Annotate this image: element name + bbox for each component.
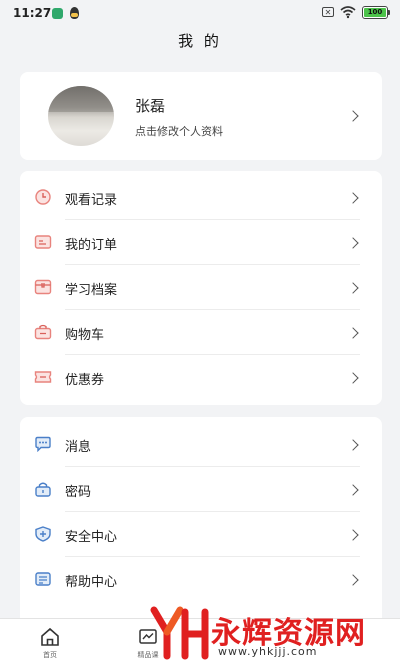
menu-item-help-center[interactable]: 帮助中心 — [20, 557, 382, 602]
status-time: 11:27 — [13, 6, 52, 20]
chevron-right-icon — [347, 574, 359, 586]
menu-group-learning: 观看记录 我的订单 学习档案 购物车 优惠券 — [20, 171, 382, 405]
chevron-right-icon — [347, 192, 359, 204]
tab-label: 首页 — [43, 651, 57, 659]
menu-item-my-orders[interactable]: 我的订单 — [20, 220, 382, 265]
archive-icon — [34, 279, 52, 295]
status-bar: 11:27 ✕ 100 — [0, 0, 400, 26]
battery-level: 100 — [364, 8, 386, 17]
menu-item-watch-history[interactable]: 观看记录 — [20, 175, 382, 220]
sim-off-icon: ✕ — [322, 7, 334, 17]
chevron-right-icon — [347, 327, 359, 339]
clock-icon — [35, 189, 51, 205]
order-icon — [34, 235, 52, 249]
menu-item-coupons[interactable]: 优惠券 — [20, 355, 382, 400]
menu-item-label: 观看记录 — [65, 193, 118, 208]
help-icon — [35, 572, 51, 586]
wifi-icon — [340, 6, 356, 19]
menu-item-password[interactable]: 密码 — [20, 467, 382, 512]
qq-notification-icon — [70, 7, 79, 19]
message-icon — [35, 436, 51, 452]
chevron-right-icon — [347, 529, 359, 541]
app-notification-icon — [52, 8, 63, 19]
menu-item-label: 消息 — [65, 440, 92, 455]
menu-item-label: 我的订单 — [65, 238, 118, 253]
profile-name: 张磊 — [135, 97, 166, 115]
profile-edit-hint: 点击修改个人资料 — [135, 125, 223, 138]
watermark-url: www.yhkjjj.com — [218, 645, 318, 658]
shield-icon — [35, 526, 51, 542]
lock-icon — [35, 482, 51, 497]
menu-item-shopping-cart[interactable]: 购物车 — [20, 310, 382, 355]
menu-item-label: 优惠券 — [65, 373, 105, 388]
profile-card[interactable]: 张磊 点击修改个人资料 — [20, 72, 382, 160]
chevron-right-icon — [347, 484, 359, 496]
menu-item-label: 购物车 — [65, 328, 105, 343]
chevron-right-icon — [347, 110, 359, 122]
chevron-right-icon — [347, 237, 359, 249]
chevron-right-icon — [347, 282, 359, 294]
menu-item-label: 帮助中心 — [65, 575, 118, 590]
watermark-logo — [150, 606, 209, 660]
chevron-right-icon — [347, 439, 359, 451]
battery-tip — [388, 10, 390, 15]
chevron-right-icon — [347, 372, 359, 384]
coupon-icon — [34, 371, 52, 383]
page-title: 我 的 — [178, 32, 222, 50]
menu-item-messages[interactable]: 消息 — [20, 422, 382, 467]
menu-item-label: 学习档案 — [65, 283, 118, 298]
battery-icon: 100 — [362, 6, 388, 19]
home-icon — [41, 627, 59, 646]
menu-item-label: 密码 — [65, 485, 92, 500]
watermark: 永辉资源网 www.yhkjjj.com — [150, 604, 390, 662]
menu-item-study-archive[interactable]: 学习档案 — [20, 265, 382, 310]
menu-item-security-center[interactable]: 安全中心 — [20, 512, 382, 557]
tab-home[interactable]: 首页 — [10, 619, 90, 667]
avatar[interactable] — [48, 86, 114, 146]
bag-icon — [34, 324, 52, 340]
menu-item-label: 安全中心 — [65, 530, 118, 545]
menu-group-account: 消息 密码 安全中心 帮助中心 — [20, 417, 382, 627]
